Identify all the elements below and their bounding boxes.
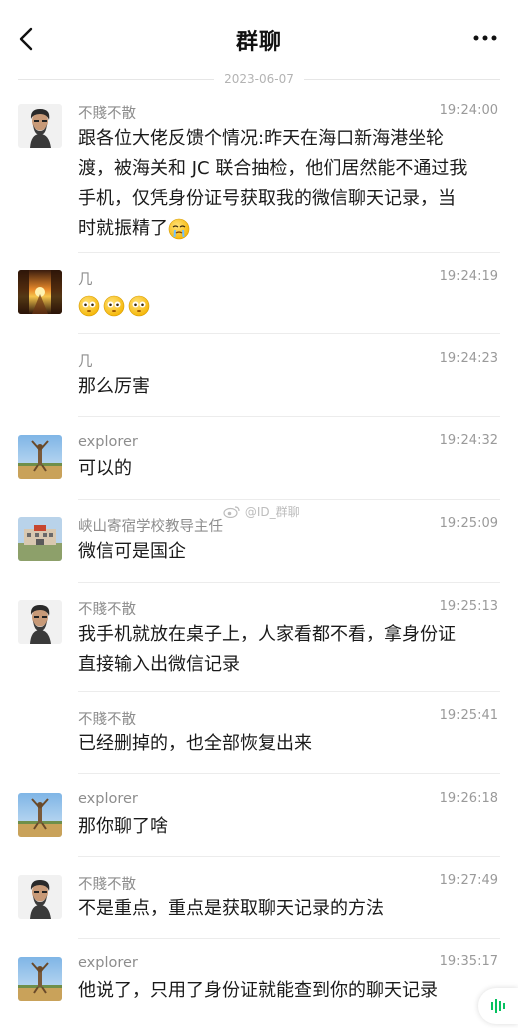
sender-name: 不賤不散 <box>78 602 136 618</box>
message-text: 微信可是国企 <box>78 541 186 562</box>
avatar[interactable] <box>18 793 62 837</box>
sender-name: 不賤不散 <box>78 712 136 728</box>
divider <box>78 582 500 583</box>
sender-name: 不賤不散 <box>78 877 136 893</box>
chat-title: 群聊 <box>235 30 282 55</box>
message-time: 19:24:19 <box>439 269 498 284</box>
message-text <box>78 291 498 321</box>
date-label: 2023-06-07 <box>224 72 294 86</box>
message-time: 19:27:49 <box>439 873 498 888</box>
floating-action-button[interactable] <box>478 988 518 1024</box>
avatar[interactable] <box>18 600 62 644</box>
flushed-emoji-icon <box>78 295 100 317</box>
sender-name: 几 <box>78 354 93 370</box>
message-time: 19:24:00 <box>439 103 498 118</box>
avatar[interactable] <box>18 517 62 561</box>
message-text: 我手机就放在桌子上，人家看都不看，拿身份证 直接输入出微信记录 <box>78 624 456 675</box>
watermark: @ID_群聊 <box>223 503 300 520</box>
divider <box>18 78 215 80</box>
avatar[interactable] <box>18 957 62 1001</box>
message-text: 那么厉害 <box>78 376 150 397</box>
flushed-emoji-icon <box>128 295 150 317</box>
more-dots-icon[interactable] <box>472 30 498 46</box>
message-time: 19:25:09 <box>439 516 498 531</box>
message-time: 19:25:41 <box>439 708 498 723</box>
voice-wave-icon <box>491 999 505 1013</box>
message-text: 可以的 <box>78 458 132 479</box>
sender-name: 峡山寄宿学校教导主任 <box>78 519 223 535</box>
watermark-text: @ID_群聊 <box>244 505 300 519</box>
divider <box>303 78 500 80</box>
message-time: 19:24:32 <box>439 433 498 448</box>
message-time: 19:26:18 <box>439 791 498 806</box>
avatar[interactable] <box>18 435 62 479</box>
crying-emoji-icon <box>168 218 190 240</box>
message-text: 跟各位大佬反馈个情况:昨天在海口新海港坐轮 渡，被海关和 JC 联合抽检，他们居… <box>78 128 468 240</box>
date-separator: 2023-06-07 <box>18 72 500 86</box>
avatar[interactable] <box>18 104 62 148</box>
message-text: 已经删掉的，也全部恢复出来 <box>78 733 312 754</box>
message-time: 19:25:13 <box>439 599 498 614</box>
avatar[interactable] <box>18 875 62 919</box>
sender-name: explorer <box>78 955 138 971</box>
chat-header: 群聊 <box>0 0 518 78</box>
sender-name: explorer <box>78 791 138 807</box>
divider <box>78 499 500 500</box>
sender-name: 不賤不散 <box>78 106 136 122</box>
divider <box>78 691 500 692</box>
sender-name: 几 <box>78 272 93 288</box>
message-time: 19:24:23 <box>439 351 498 366</box>
divider <box>78 252 500 253</box>
message-text: 不是重点，重点是获取聊天记录的方法 <box>78 898 384 919</box>
avatar[interactable] <box>18 270 62 314</box>
message-text: 他说了，只用了身份证就能查到你的聊天记录 <box>78 980 438 1001</box>
divider <box>78 856 500 857</box>
divider <box>78 416 500 417</box>
message-text: 那你聊了啥 <box>78 816 168 837</box>
flushed-emoji-icon <box>103 295 125 317</box>
message-time: 19:35:17 <box>439 954 498 969</box>
divider <box>78 938 500 939</box>
sender-name: explorer <box>78 434 138 450</box>
divider <box>78 773 500 774</box>
weibo-icon <box>223 506 240 519</box>
divider <box>78 333 500 334</box>
